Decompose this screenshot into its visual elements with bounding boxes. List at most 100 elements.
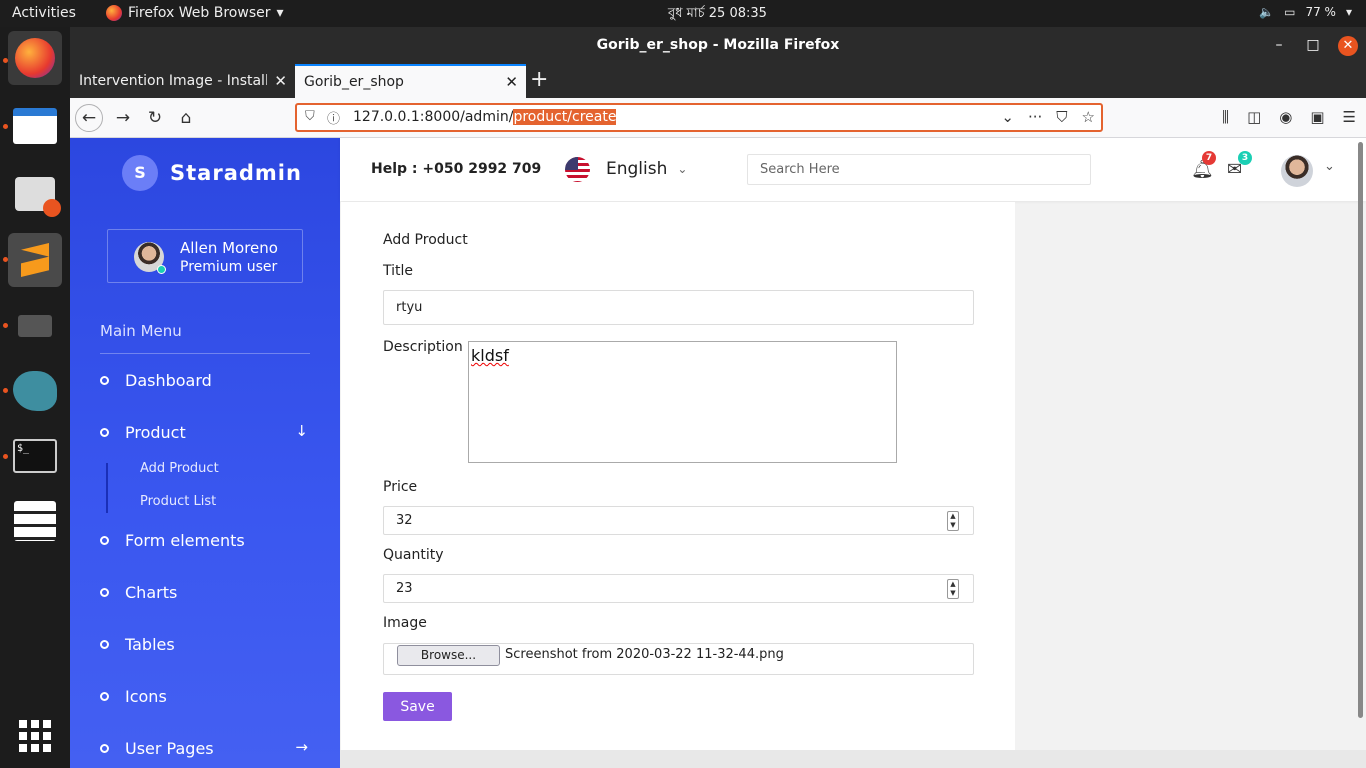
title-label: Title	[383, 263, 414, 279]
tab-title: Intervention Image - Installa	[79, 73, 267, 89]
running-indicator	[3, 454, 8, 459]
sidebar-item-icons[interactable]: Icons	[100, 684, 310, 708]
minimize-button[interactable]: –	[1262, 27, 1296, 64]
pocket-icon[interactable]: ⛉	[1056, 108, 1067, 126]
sublime-text-icon	[21, 243, 49, 277]
close-tab-icon[interactable]: ✕	[274, 64, 287, 98]
reload-button[interactable]: ↻	[141, 104, 169, 132]
home-button[interactable]: ⌂	[172, 104, 200, 132]
clock[interactable]: বুধ মার্চ 25 08:35	[668, 4, 767, 25]
quantity-label: Quantity	[383, 547, 444, 563]
close-tab-icon[interactable]: ✕	[505, 66, 518, 98]
bullet-icon	[100, 639, 109, 649]
chevron-down-icon[interactable]: ⌄	[1324, 159, 1335, 174]
search-input[interactable]	[747, 154, 1091, 185]
dock-firefox[interactable]	[8, 31, 62, 85]
quantity-input[interactable]: 23 ▲ ▼	[383, 574, 974, 603]
image-label: Image	[383, 615, 427, 631]
extension-icon[interactable]: ▣	[1310, 108, 1324, 126]
battery-percent: 77 %	[1305, 5, 1336, 19]
dock-settings[interactable]	[8, 494, 62, 548]
sidebar-item-label: Product	[125, 422, 186, 442]
language-label: English	[606, 159, 668, 179]
sidebar-toggle-icon[interactable]: ◫	[1247, 108, 1261, 126]
back-button[interactable]: ←	[75, 104, 103, 132]
add-product-form: Add Product Title rtyu Description kldsf…	[341, 202, 1015, 750]
dock-sublime[interactable]	[8, 233, 62, 287]
online-status-dot	[157, 265, 166, 274]
tab-intervention-image[interactable]: Intervention Image - Installa ✕	[70, 64, 295, 98]
info-icon[interactable]: ⓘ	[327, 108, 340, 127]
us-flag-icon[interactable]	[565, 157, 590, 182]
tab-gorib-er-shop[interactable]: Gorib_er_shop ✕	[295, 64, 526, 98]
profile-name: Allen Moreno	[180, 239, 278, 257]
url-selected-text: product/create	[513, 109, 617, 125]
files-icon	[13, 108, 57, 144]
user-profile-card[interactable]: Allen Moreno Premium user	[107, 229, 303, 283]
page-footer	[340, 750, 1366, 768]
power-menu-icon: ▾	[1345, 5, 1352, 19]
app-menu[interactable]: Firefox Web Browser ▾	[106, 5, 284, 21]
url-text[interactable]: 127.0.0.1:8000/admin/product/create	[353, 109, 617, 125]
number-stepper-icon[interactable]: ▲ ▼	[947, 511, 959, 531]
bookmark-star-icon[interactable]: ☆	[1082, 108, 1095, 126]
new-tab-button[interactable]: +	[526, 64, 548, 96]
description-textarea[interactable]: kldsf	[468, 341, 897, 463]
language-selector[interactable]: English ⌄	[606, 159, 687, 179]
sidebar-item-dashboard[interactable]: Dashboard	[100, 368, 310, 392]
sidebar-item-tables[interactable]: Tables	[100, 632, 310, 656]
tab-title: Gorib_er_shop	[304, 74, 404, 90]
sidebar-subitem-add-product[interactable]: Add Product	[140, 461, 219, 476]
save-button[interactable]: Save	[383, 692, 452, 721]
browse-button[interactable]: Browse...	[397, 645, 500, 666]
bullet-icon	[100, 743, 109, 753]
url-bar[interactable]: ⛉ ⓘ 127.0.0.1:8000/admin/product/create …	[295, 103, 1103, 132]
hamburger-menu-icon[interactable]: ☰	[1343, 108, 1356, 126]
close-window-button[interactable]: ✕	[1338, 36, 1358, 56]
image-file-input[interactable]: Browse... Screenshot from 2020-03-22 11-…	[383, 643, 974, 675]
sidebar-item-form-elements[interactable]: Form elements	[100, 528, 310, 552]
admin-header: Help : +050 2992 709 English ⌄ 🔔︎ 7 ✉ 3 …	[340, 138, 1366, 201]
sidebar-item-label: Icons	[125, 686, 167, 706]
dock-software[interactable]	[8, 167, 62, 221]
dock-workbench[interactable]	[8, 364, 62, 418]
number-stepper-icon[interactable]: ▲ ▼	[947, 579, 959, 599]
page-scrollbar[interactable]	[1358, 142, 1363, 718]
brand-initial: S	[122, 155, 158, 191]
dock-video[interactable]	[8, 299, 62, 353]
brand-name: Staradmin	[170, 161, 302, 185]
account-icon[interactable]: ◉	[1279, 108, 1292, 126]
message-badge: 3	[1238, 151, 1252, 165]
chevron-down-icon: ⌄	[677, 162, 688, 176]
sidebar-item-charts[interactable]: Charts	[100, 580, 310, 604]
brand-logo[interactable]: S Staradmin	[122, 155, 302, 191]
tab-strip: Intervention Image - Installa ✕ Gorib_er…	[70, 64, 1366, 98]
activities-button[interactable]: Activities	[12, 5, 76, 21]
price-input[interactable]: 32 ▲ ▼	[383, 506, 974, 535]
submenu-line	[106, 463, 108, 513]
running-indicator	[3, 257, 8, 262]
volume-icon: 🔈	[1259, 5, 1275, 19]
chevron-down-icon[interactable]: ⌄	[1001, 108, 1014, 126]
title-value: rtyu	[396, 300, 423, 315]
sidebar-item-user-pages[interactable]: User Pages →	[100, 736, 310, 760]
status-area[interactable]: 🔈 ▭ 77 % ▾	[1259, 5, 1352, 19]
shield-icon[interactable]: ⛉	[305, 109, 315, 124]
title-input[interactable]: rtyu	[383, 290, 974, 325]
avatar[interactable]	[1281, 155, 1313, 187]
firefox-icon	[15, 38, 55, 78]
profile-role: Premium user	[180, 259, 278, 275]
page-actions-icon[interactable]: ···	[1028, 108, 1042, 126]
library-icon[interactable]: ⫼	[1222, 108, 1229, 126]
sidebar-item-product[interactable]: Product ↓	[100, 420, 310, 444]
sidebar-subitem-product-list[interactable]: Product List	[140, 494, 216, 509]
dock-terminal[interactable]: $_	[8, 429, 62, 483]
arrow-right-icon: →	[295, 738, 308, 756]
nav-toolbar: ← → ↻ ⌂ ⛉ ⓘ 127.0.0.1:8000/admin/product…	[70, 98, 1366, 138]
forward-button[interactable]: →	[109, 104, 137, 132]
sidebar-item-label: Tables	[125, 634, 175, 654]
show-applications-icon[interactable]	[19, 720, 51, 752]
dock-files[interactable]	[8, 99, 62, 153]
maximize-button[interactable]: □	[1296, 27, 1330, 64]
sidebar-item-label: Charts	[125, 582, 178, 602]
